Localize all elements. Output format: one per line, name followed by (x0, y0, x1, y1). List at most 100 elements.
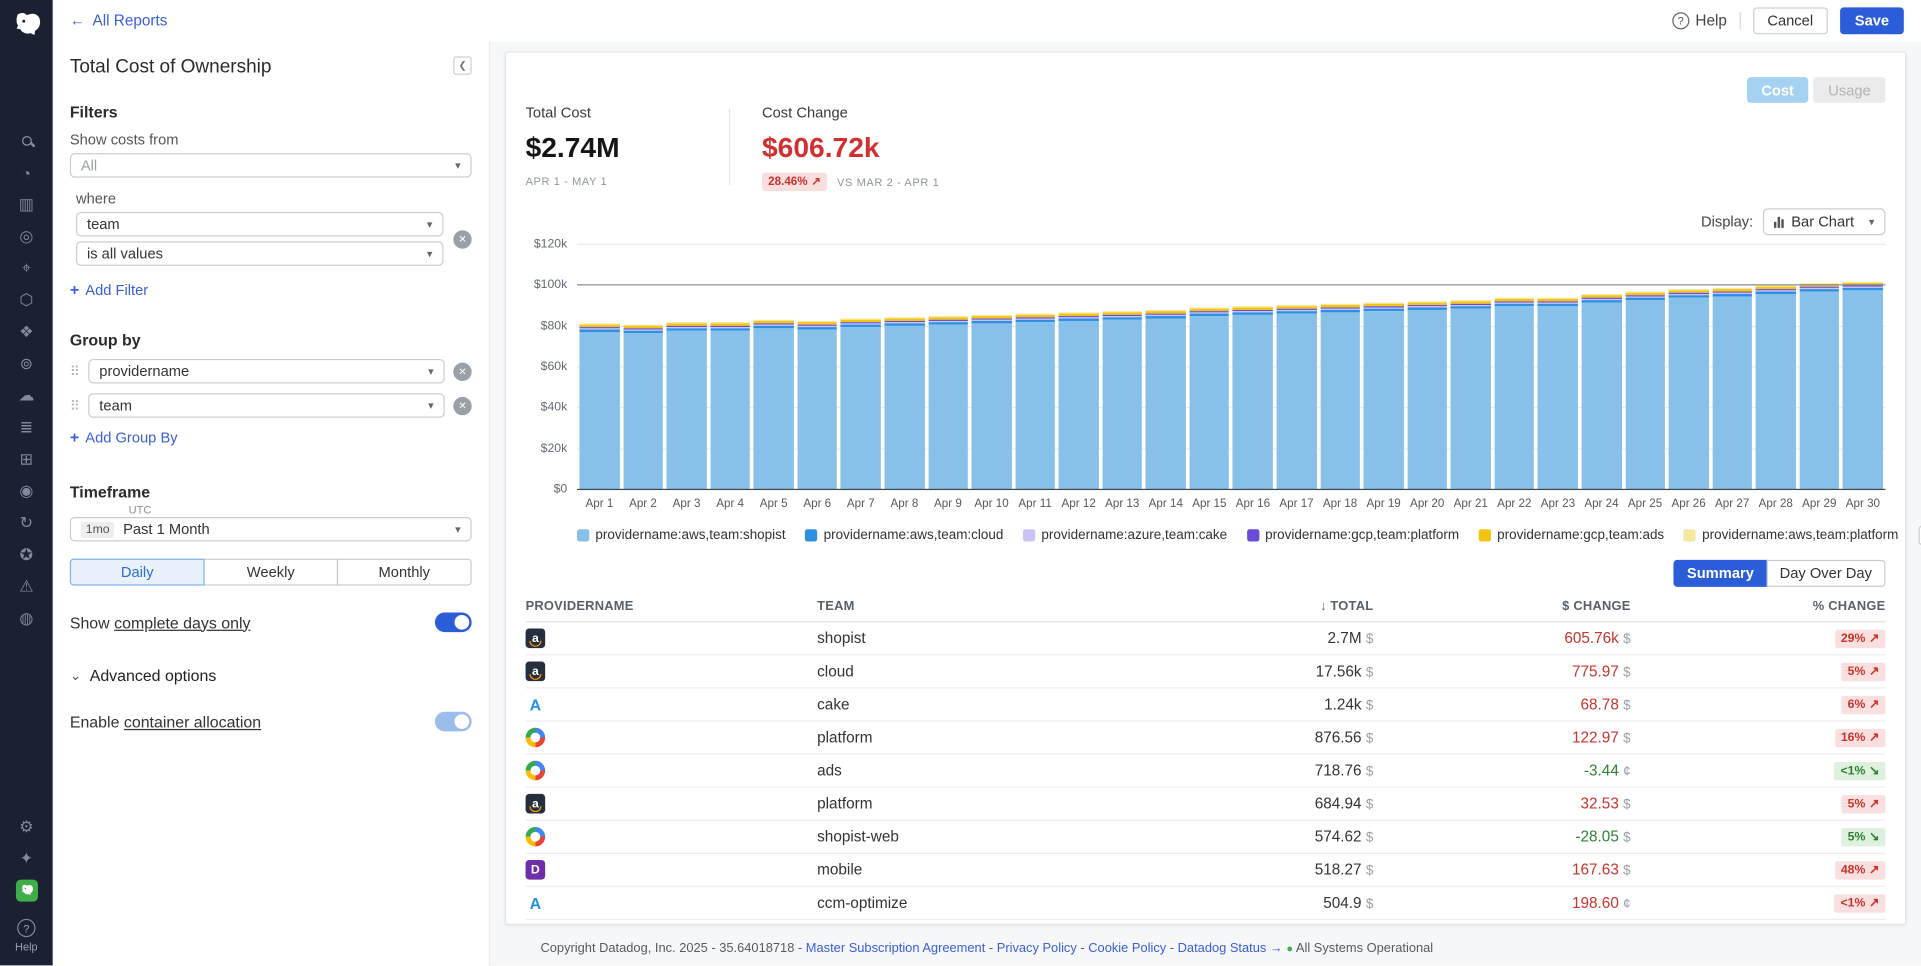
add-filter-button[interactable]: + Add Filter (70, 281, 472, 299)
rail-help-button[interactable]: ? Help (15, 919, 38, 953)
search-icon[interactable] (0, 125, 53, 157)
footer-link[interactable]: Cookie Policy (1088, 941, 1166, 956)
add-group-by-button[interactable]: + Add Group By (70, 428, 472, 446)
legend-item[interactable]: providername:aws,team:platform (1684, 528, 1899, 543)
legend-item[interactable]: providername:gcp,team:platform (1247, 528, 1459, 543)
table-row[interactable]: Accm-optimize504.9 $198.60 ¢<1% ↗ (526, 887, 1886, 920)
chart-bar[interactable] (710, 322, 750, 490)
containers-icon[interactable]: ⬡ (0, 284, 53, 316)
legend-item[interactable]: providername:azure,team:cake (1023, 528, 1227, 543)
advanced-options-toggle[interactable]: ⌄ Advanced options (70, 666, 472, 684)
error-tracking-icon[interactable]: ⚠ (0, 571, 53, 603)
chart-bar[interactable] (667, 323, 707, 490)
service-catalog-icon[interactable]: ⊚ (0, 348, 53, 380)
chart-bar[interactable] (1407, 301, 1447, 490)
chart-bar[interactable] (1756, 286, 1796, 490)
col-pct-change[interactable]: % CHANGE (1631, 599, 1886, 614)
col-providername[interactable]: PROVIDERNAME (526, 599, 818, 614)
chart-bar[interactable] (1015, 313, 1055, 490)
chart-bar[interactable] (1189, 307, 1229, 490)
granularity-weekly[interactable]: Weekly (203, 559, 338, 586)
chart-bar[interactable] (972, 314, 1012, 490)
organization-settings-icon[interactable]: ⚙ (0, 811, 53, 843)
timeframe-select[interactable]: 1mo Past 1 Month ▾ (70, 517, 472, 542)
display-type-select[interactable]: Bar Chart ▾ (1763, 208, 1885, 235)
table-row[interactable]: aplatform684.94 $32.53 $5% ↗ (526, 788, 1886, 821)
chart-bar[interactable] (928, 316, 968, 490)
synthetics-icon[interactable]: ↻ (0, 507, 53, 539)
chart-bar[interactable] (1843, 282, 1883, 490)
filter-operator-select[interactable]: is all values ▾ (76, 241, 444, 266)
datadog-logo[interactable] (8, 7, 45, 44)
remove-group-by-button[interactable]: ✕ (453, 396, 471, 414)
container-allocation-toggle[interactable] (435, 712, 472, 732)
chart-bar[interactable] (1146, 310, 1186, 490)
table-row[interactable]: ashopist2.7M $605.76k $29% ↗ (526, 622, 1886, 655)
serverless-icon[interactable]: ☁ (0, 380, 53, 412)
save-button[interactable]: Save (1840, 7, 1904, 34)
remove-group-by-button[interactable]: ✕ (453, 362, 471, 380)
watchdog-icon[interactable]: ◔ (0, 157, 53, 189)
granularity-daily[interactable]: Daily (70, 559, 205, 586)
logs-icon[interactable]: ≣ (0, 412, 53, 444)
chart-bar[interactable] (1059, 312, 1099, 490)
usage-mode-button[interactable]: Usage (1814, 77, 1886, 103)
chart-bar[interactable] (797, 321, 837, 490)
group-by-select[interactable]: providername▾ (88, 359, 444, 384)
chart-bar[interactable] (1277, 305, 1317, 490)
summary-tab[interactable]: Summary (1673, 560, 1767, 587)
chart-bar[interactable] (579, 324, 619, 490)
complete-days-toggle[interactable] (435, 613, 472, 633)
footer-link[interactable]: Privacy Policy (997, 941, 1077, 956)
col-team[interactable]: TEAM (817, 599, 1165, 614)
footer-link[interactable]: Datadog Status → (1178, 941, 1283, 956)
security-icon[interactable]: ✪ (0, 539, 53, 571)
chart-bar[interactable] (1538, 297, 1578, 490)
apm-icon[interactable]: ◎ (0, 221, 53, 253)
dashboards-icon[interactable]: ⊞ (0, 443, 53, 475)
drag-handle-icon[interactable]: ⠿ (70, 398, 80, 414)
chart-bar[interactable] (1669, 289, 1709, 490)
table-row[interactable]: Acake1.24k $68.78 $6% ↗ (526, 689, 1886, 722)
granularity-monthly[interactable]: Monthly (337, 559, 472, 586)
chart-bar[interactable] (841, 319, 881, 491)
table-row[interactable]: acloud17.56k $775.97 $5% ↗ (526, 655, 1886, 688)
day-over-day-tab[interactable]: Day Over Day (1766, 560, 1885, 587)
chart-bar[interactable] (623, 325, 663, 490)
col-total[interactable]: ↓ TOTAL (1165, 599, 1373, 614)
collapse-panel-button[interactable]: ❮ (453, 56, 471, 74)
cancel-button[interactable]: Cancel (1753, 7, 1828, 34)
table-row[interactable]: shopist-web574.62 $-28.05 $5% ↘ (526, 821, 1886, 854)
table-row[interactable]: Dmobile518.27 $167.63 $48% ↗ (526, 854, 1886, 887)
whats-new-icon[interactable]: ✦ (0, 843, 53, 875)
remove-filter-button[interactable]: ✕ (453, 230, 471, 248)
chart-bar[interactable] (1494, 298, 1534, 490)
chart-bar[interactable] (1233, 306, 1273, 490)
cost-mode-button[interactable]: Cost (1747, 77, 1809, 103)
legend-item[interactable]: providername:gcp,team:ads (1479, 528, 1664, 543)
col-dollar-change[interactable]: $ CHANGE (1373, 599, 1630, 614)
legend-item[interactable]: providername:aws,team:cloud (805, 528, 1003, 543)
table-row[interactable]: platform876.56 $122.97 $16% ↗ (526, 722, 1886, 755)
monitors-icon[interactable]: ◉ (0, 475, 53, 507)
chart-bar[interactable] (1582, 294, 1622, 490)
chart-bar[interactable] (1799, 283, 1839, 490)
chart-bar[interactable] (1102, 311, 1142, 490)
chart-bar[interactable] (754, 320, 794, 490)
legend-item[interactable]: providername:aws,team:shopist (577, 528, 786, 543)
infrastructure-icon[interactable]: ⌖ (0, 252, 53, 284)
filter-field-select[interactable]: team ▾ (76, 212, 444, 237)
help-button[interactable]: ? Help (1672, 12, 1727, 29)
chart-bar[interactable] (1625, 291, 1665, 490)
ci-pipelines-icon[interactable]: ❖ (0, 316, 53, 348)
cloud-cost-icon[interactable]: ◍ (0, 603, 53, 635)
chart-bar[interactable] (884, 318, 924, 491)
table-row[interactable]: ads718.76 $-3.44 ¢<1% ↘ (526, 755, 1886, 788)
chart-bar[interactable] (1364, 302, 1404, 490)
footer-link[interactable]: Master Subscription Agreement (806, 941, 985, 956)
metrics-icon[interactable]: ▥ (0, 189, 53, 221)
drag-handle-icon[interactable]: ⠿ (70, 363, 80, 379)
chart-bar[interactable] (1320, 303, 1360, 490)
bits-ai-icon[interactable] (0, 875, 53, 907)
back-to-reports-link[interactable]: ← All Reports (70, 12, 168, 29)
